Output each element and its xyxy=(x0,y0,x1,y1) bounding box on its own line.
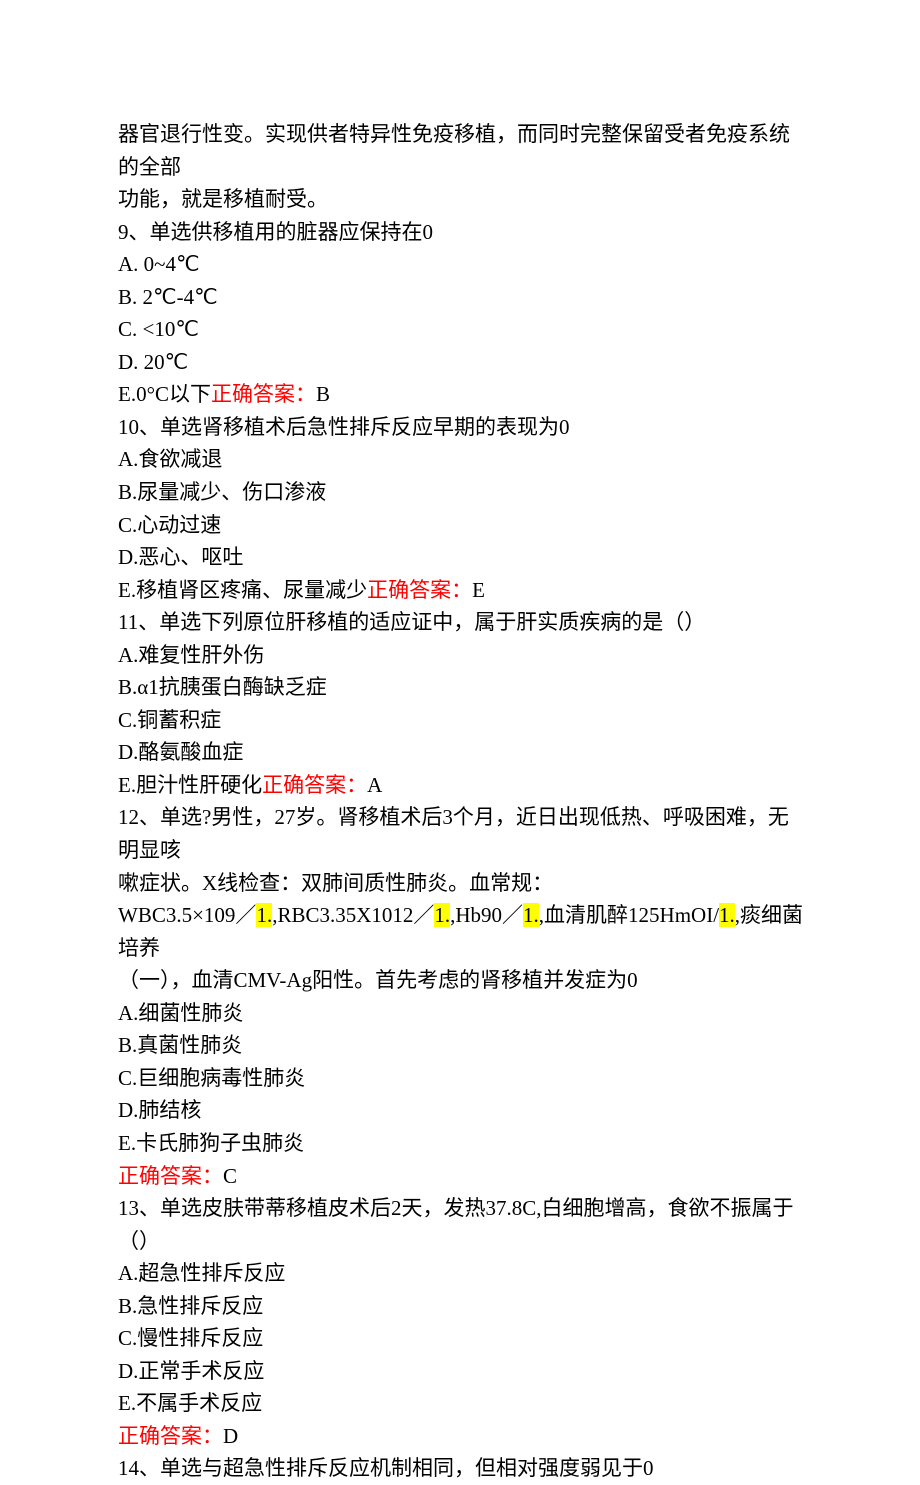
q12-lab-line: WBC3.5×109／1.,RBC3.35X1012／1.,Hb90／1.,血清… xyxy=(118,899,805,964)
q9-option-a: A. 0~4℃ xyxy=(118,248,805,281)
q11-option-e-text: E.胆汁性肝硬化 xyxy=(118,773,262,797)
q13-option-c: C.慢性排斥反应 xyxy=(118,1322,805,1355)
q13-stem: 13、单选皮肤带蒂移植皮术后2天，发热37.8C,白细胞增高，食欲不振属于（） xyxy=(118,1192,805,1257)
answer-label: 正确答案： xyxy=(211,382,316,406)
q13-option-a: A.超急性排斥反应 xyxy=(118,1257,805,1290)
q10-option-c: C.心动过速 xyxy=(118,509,805,542)
q10-option-d: D.恶心、呕吐 xyxy=(118,541,805,574)
q10-option-e-text: E.移植肾区疼痛、尿量减少 xyxy=(118,578,367,602)
q11-option-d: D.酪氨酸血症 xyxy=(118,736,805,769)
q11-option-c: C.铜蓄积症 xyxy=(118,704,805,737)
q12-stem-line-4: （一），血清CMV-Ag阳性。首先考虑的肾移植并发症为0 xyxy=(118,964,805,997)
answer-label: 正确答案： xyxy=(118,1164,223,1188)
highlight-text: 1. xyxy=(719,903,735,927)
q12-option-e: E.卡氏肺狗子虫肺炎 xyxy=(118,1127,805,1160)
q11-option-e-answer: E.胆汁性肝硬化正确答案：A xyxy=(118,769,805,802)
q12-option-a: A.细菌性肺炎 xyxy=(118,997,805,1030)
answer-value: C xyxy=(223,1164,237,1188)
answer-label: 正确答案： xyxy=(367,578,472,602)
q9-option-e-text: E.0°C以下 xyxy=(118,382,211,406)
q10-option-e-answer: E.移植肾区疼痛、尿量减少正确答案：E xyxy=(118,574,805,607)
q13-option-b: B.急性排斥反应 xyxy=(118,1290,805,1323)
intro-line-1: 器官退行性变。实现供者特异性免疫移植，而同时完整保留受者免疫系统的全部 xyxy=(118,118,805,183)
document-page: 器官退行性变。实现供者特异性免疫移植，而同时完整保留受者免疫系统的全部 功能，就… xyxy=(0,0,920,1485)
answer-value: A xyxy=(367,773,382,797)
q11-option-b: B.α1抗胰蛋白酶缺乏症 xyxy=(118,671,805,704)
q10-option-a: A.食欲减退 xyxy=(118,443,805,476)
lab-text: ,Hb90／ xyxy=(450,903,523,927)
lab-text: ,血清肌醉125HmOI/ xyxy=(539,903,719,927)
highlight-text: 1. xyxy=(523,903,539,927)
q14-stem: 14、单选与超急性排斥反应机制相同，但相对强度弱见于0 xyxy=(118,1452,805,1485)
q10-stem: 10、单选肾移植术后急性排斥反应早期的表现为0 xyxy=(118,411,805,444)
answer-value: B xyxy=(316,382,330,406)
q12-option-d: D.肺结核 xyxy=(118,1094,805,1127)
q9-option-b: B. 2℃-4℃ xyxy=(118,281,805,314)
q13-option-d: D.正常手术反应 xyxy=(118,1355,805,1388)
q10-option-b: B.尿量减少、伤口渗液 xyxy=(118,476,805,509)
answer-label: 正确答案： xyxy=(262,773,367,797)
highlight-text: 1. xyxy=(256,903,272,927)
answer-value: D xyxy=(223,1424,238,1448)
q13-option-e: E.不属手术反应 xyxy=(118,1387,805,1420)
answer-value: E xyxy=(472,578,485,602)
q9-option-d: D. 20℃ xyxy=(118,346,805,379)
q12-stem-line-1: 12、单选?男性，27岁。肾移植术后3个月，近日出现低热、呼吸困难，无明显咳 xyxy=(118,801,805,866)
q9-stem: 9、单选供移植用的脏器应保持在0 xyxy=(118,216,805,249)
q12-answer: 正确答案：C xyxy=(118,1160,805,1193)
q13-answer: 正确答案：D xyxy=(118,1420,805,1453)
q11-stem: 11、单选下列原位肝移植的适应证中，属于肝实质疾病的是（） xyxy=(118,606,805,639)
q9-option-e-answer: E.0°C以下正确答案：B xyxy=(118,378,805,411)
lab-text: ,RBC3.35X1012／ xyxy=(272,903,434,927)
intro-line-2: 功能，就是移植耐受。 xyxy=(118,183,805,216)
q11-option-a: A.难复性肝外伤 xyxy=(118,639,805,672)
q12-option-b: B.真菌性肺炎 xyxy=(118,1029,805,1062)
q12-option-c: C.巨细胞病毒性肺炎 xyxy=(118,1062,805,1095)
q9-option-c: C. <10℃ xyxy=(118,313,805,346)
q12-stem-line-2: 嗽症状。X线检查：双肺间质性肺炎。血常规： xyxy=(118,867,805,900)
answer-label: 正确答案： xyxy=(118,1424,223,1448)
lab-text: WBC3.5×109／ xyxy=(118,903,256,927)
highlight-text: 1. xyxy=(434,903,450,927)
